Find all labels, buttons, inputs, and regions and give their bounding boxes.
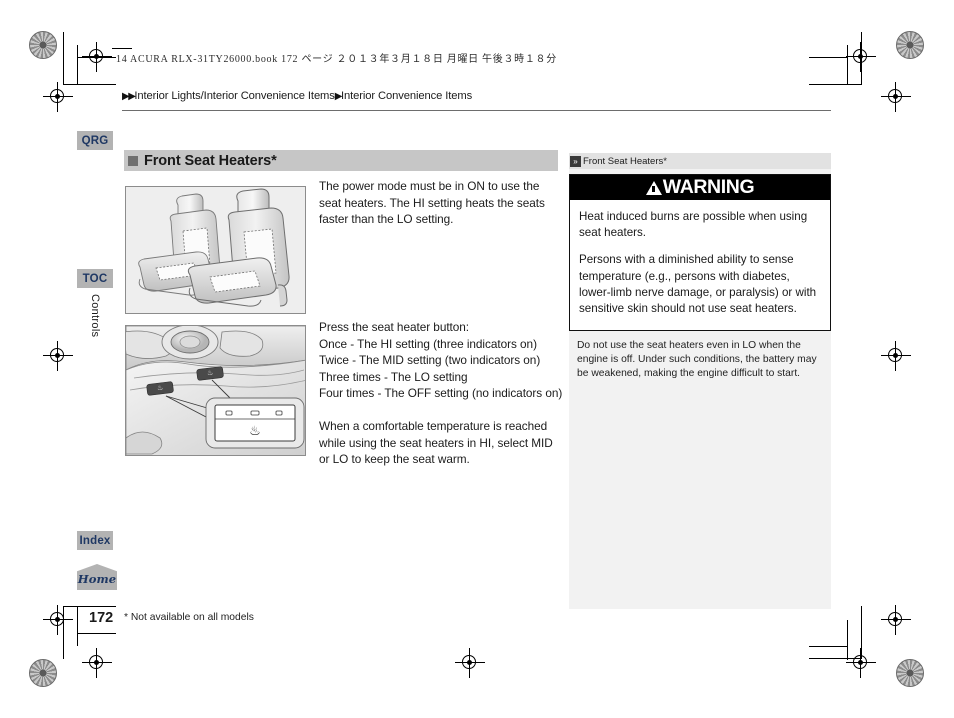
warning-box: WARNING Heat induced burns are possible …	[569, 174, 831, 331]
warning-paragraph-2: Persons with a diminished ability to sen…	[579, 253, 817, 316]
svg-text:♨: ♨	[157, 384, 164, 393]
chapter-label: Controls	[89, 294, 101, 338]
crop-line	[77, 45, 78, 85]
press-step-3: Three times - The LO setting	[319, 369, 468, 384]
breadcrumb-item-current[interactable]: Interior Convenience Items	[341, 90, 472, 102]
page-number: 172	[89, 610, 114, 626]
warning-paragraph-1: Heat induced burns are possible when usi…	[579, 210, 808, 240]
page-title: Front Seat Heaters*	[144, 152, 277, 169]
warning-header: WARNING	[570, 175, 830, 200]
sidebar-tab-index[interactable]: Index	[77, 531, 113, 550]
breadcrumb-item-parent[interactable]: Interior Lights/Interior Convenience Ite…	[134, 90, 334, 102]
paragraph-text: The power mode must be in ON to use the …	[319, 179, 545, 226]
crosshair-top-left	[43, 82, 73, 112]
halftone-target-bottom-right	[896, 659, 924, 687]
crop-line	[861, 606, 862, 659]
crosshair-right-bottom	[881, 605, 911, 635]
print-metadata-line: 14 ACURA RLX-31TY26000.book 172 ページ ２０１３…	[116, 54, 557, 65]
crop-line	[77, 57, 116, 58]
crop-line	[809, 57, 848, 58]
paragraph-text: When a comfortable temperature is reache…	[319, 419, 553, 466]
crosshair-left-mid	[43, 341, 73, 371]
sidebar-tab-home[interactable]: Home	[77, 564, 117, 590]
crop-line	[809, 646, 848, 647]
press-step-2: Twice - The MID setting (two indicators …	[319, 353, 541, 367]
breadcrumb: ▶▶Interior Lights/Interior Convenience I…	[122, 90, 472, 102]
warning-body: Heat induced burns are possible when usi…	[570, 200, 830, 317]
double-triangle-icon: ▶▶	[122, 91, 136, 102]
crosshair-right-mid	[881, 341, 911, 371]
crop-line	[77, 606, 78, 646]
crop-line	[63, 606, 116, 607]
crop-line	[861, 32, 862, 85]
crop-line	[63, 32, 64, 85]
figure-console-buttons: ♨ ♨ ♨	[125, 325, 306, 456]
breadcrumb-underline	[122, 110, 831, 111]
main-paragraph-2: When a comfortable temperature is reache…	[319, 418, 563, 468]
halftone-target-bottom-left	[29, 659, 57, 687]
seat-heater-steps: Press the seat heater button: Once - The…	[319, 319, 567, 402]
crop-line	[809, 84, 862, 85]
home-tab-label: Home	[77, 572, 117, 586]
svg-text:♨: ♨	[249, 424, 261, 439]
crop-line	[63, 84, 116, 85]
side-note-text: Do not use the seat heaters even in LO w…	[577, 340, 817, 380]
main-paragraph-1: The power mode must be in ON to use the …	[319, 178, 563, 228]
crop-line	[847, 620, 848, 660]
crop-line	[847, 45, 848, 85]
square-bullet-icon	[128, 155, 138, 166]
front-seats-illustration	[126, 187, 305, 313]
halftone-target-top-right	[896, 31, 924, 59]
footnote: * Not available on all models	[124, 612, 254, 623]
side-note-header: » Front Seat Heaters*	[569, 153, 831, 169]
press-step-4: Four times - The OFF setting (no indicat…	[319, 386, 563, 400]
press-step-1: Once - The HI setting (three indicators …	[319, 336, 537, 351]
sidebar-tab-toc[interactable]: TOC	[77, 269, 113, 288]
crop-line	[77, 633, 116, 634]
crosshair-right-top	[881, 82, 911, 112]
halftone-target-top-left	[29, 31, 57, 59]
crosshair-bottom-center	[455, 648, 485, 678]
crop-line	[809, 658, 862, 659]
section-heading: Front Seat Heaters*	[124, 150, 558, 171]
figure-front-seats	[125, 186, 306, 314]
crosshair-bottom-left	[43, 605, 73, 635]
metadata-underline	[112, 48, 132, 49]
console-illustration: ♨ ♨ ♨	[126, 326, 305, 455]
press-intro-text: Press the seat heater button:	[319, 320, 470, 334]
warning-triangle-icon	[645, 180, 662, 195]
side-note-title: Front Seat Heaters*	[583, 155, 667, 167]
crop-line	[63, 606, 64, 659]
crosshair-bottom-center-left	[82, 648, 112, 678]
warning-heading: WARNING	[662, 176, 755, 198]
svg-text:♨: ♨	[207, 369, 214, 378]
double-chevron-icon: »	[570, 155, 581, 167]
sidebar-tab-qrg[interactable]: QRG	[77, 131, 113, 150]
